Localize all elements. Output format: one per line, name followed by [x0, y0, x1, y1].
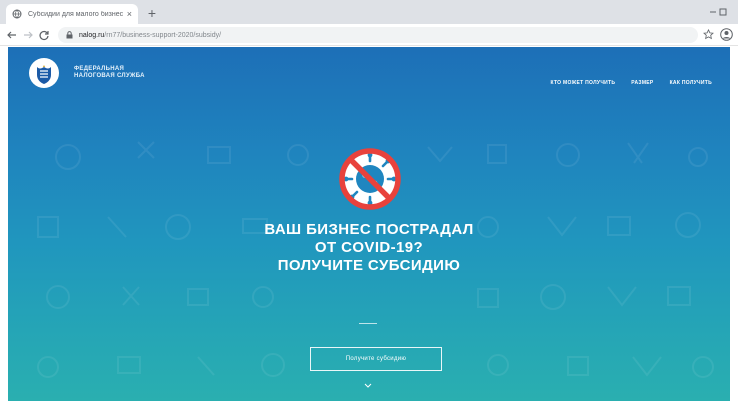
landing-page: ФЕДЕРАЛЬНАЯ НАЛОГОВАЯ СЛУЖБА КТО МОЖЕТ П…: [8, 47, 730, 401]
new-tab-button[interactable]: +: [144, 5, 160, 21]
browser-tabstrip: Субсидии для малого бизнеса × +: [0, 0, 738, 24]
no-virus-icon: [339, 148, 401, 210]
hero-headline: ВАШ БИЗНЕС ПОСТРАДАЛ ОТ COVID-19? ПОЛУЧИ…: [8, 221, 730, 275]
reload-icon[interactable]: [38, 29, 50, 41]
forward-arrow-icon[interactable]: [22, 29, 34, 41]
globe-icon: [12, 9, 22, 19]
top-nav: КТО МОЖЕТ ПОЛУЧИТЬ РАЗМЕР КАК ПОЛУЧИТЬ: [550, 80, 712, 86]
browser-tab[interactable]: Субсидии для малого бизнеса ×: [6, 4, 138, 24]
url-text: nalog.ru/rn77/business-support-2020/subs…: [79, 32, 221, 39]
hero-divider: [359, 323, 377, 324]
url-host: nalog.ru: [79, 31, 105, 39]
nav-link-amount[interactable]: РАЗМЕР: [631, 80, 653, 86]
nav-link-who-can-get[interactable]: КТО МОЖЕТ ПОЛУЧИТЬ: [550, 80, 615, 86]
tab-close-button[interactable]: ×: [127, 9, 132, 19]
get-subsidy-button[interactable]: Получите субсидию: [310, 347, 442, 371]
address-bar[interactable]: nalog.ru/rn77/business-support-2020/subs…: [58, 27, 698, 43]
back-arrow-icon[interactable]: [6, 29, 18, 41]
browser-toolbar: nalog.ru/rn77/business-support-2020/subs…: [0, 24, 738, 46]
headline-line-3: ПОЛУЧИТЕ СУБСИДИЮ: [277, 257, 461, 274]
headline-line-2: ОТ COVID-19?: [314, 239, 424, 256]
fns-emblem-icon[interactable]: [28, 57, 60, 89]
tab-title: Субсидии для малого бизнеса: [28, 10, 123, 18]
nav-link-how-to-get[interactable]: КАК ПОЛУЧИТЬ: [670, 80, 712, 86]
window-controls-icon[interactable]: [708, 6, 732, 18]
url-path: /rn77/business-support-2020/subsidy/: [104, 31, 222, 39]
profile-icon[interactable]: [720, 28, 733, 41]
headline-line-1: ВАШ БИЗНЕС ПОСТРАДАЛ: [264, 221, 474, 238]
lock-icon: [66, 31, 73, 39]
chevron-down-icon[interactable]: [364, 383, 372, 388]
brand-name[interactable]: ФЕДЕРАЛЬНАЯ НАЛОГОВАЯ СЛУЖБА: [74, 66, 164, 80]
bookmark-star-icon[interactable]: [703, 29, 714, 40]
